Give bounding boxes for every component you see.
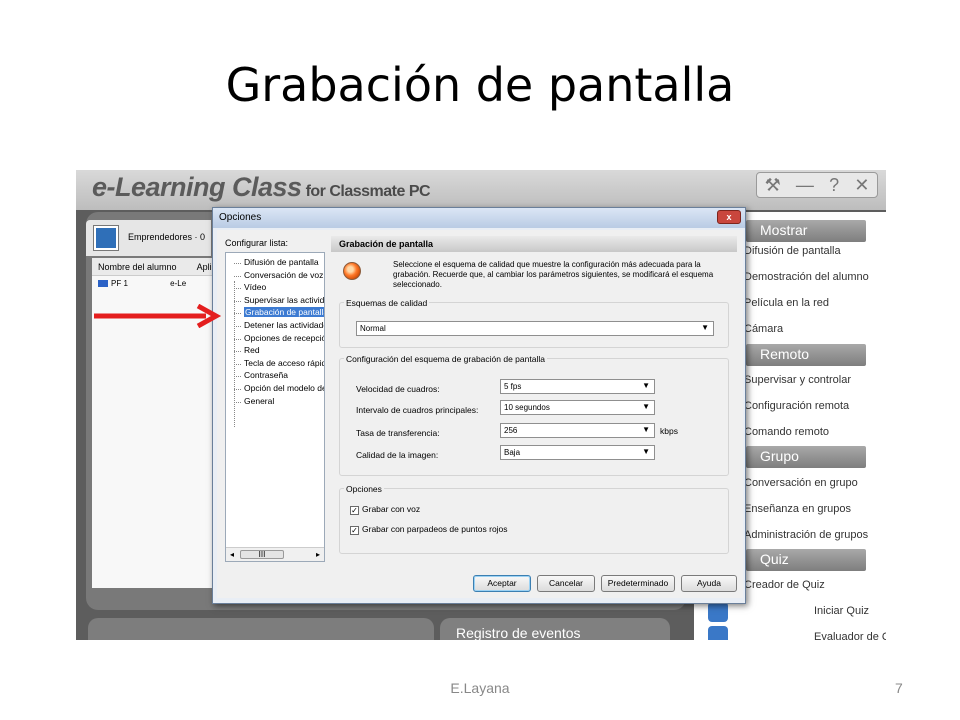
start-quiz-icon: [708, 602, 728, 622]
pane-description: Seleccione el esquema de calidad que mue…: [393, 260, 714, 289]
record-icon: [343, 262, 361, 280]
config-list-label: Configurar lista:: [225, 238, 289, 248]
slide-title: Grabación de pantalla: [225, 58, 735, 112]
menu-item-start-quiz[interactable]: Iniciar Quiz: [814, 605, 869, 617]
options-dialog: Opciones x Configurar lista: Difusión de…: [212, 207, 746, 604]
options-title: Opciones: [344, 484, 384, 494]
dropdown-arrow-icon: ▼: [642, 381, 650, 390]
tree-item-reception-options[interactable]: Opciones de recepción: [226, 333, 324, 346]
group-toolbar: Emprendedores · 0: [86, 220, 211, 256]
student-list-header: Nombre del alumno Apli: [92, 258, 216, 276]
section-header-mostrar: Mostrar: [746, 220, 866, 242]
grid-view-icon[interactable]: [94, 226, 118, 250]
close-icon[interactable]: ✕: [854, 175, 869, 196]
image-quality-select[interactable]: Baja ▼: [500, 445, 655, 460]
menu-item-student-demo[interactable]: Demostración del alumno: [744, 271, 869, 283]
table-row[interactable]: PF 1 e-Le: [92, 276, 216, 291]
events-tab[interactable]: Registro de eventos: [440, 618, 670, 640]
slide-author: E.Layana: [450, 680, 510, 696]
scroll-left-icon[interactable]: ◂: [230, 550, 234, 559]
tree-item-network[interactable]: Red: [226, 345, 324, 358]
config-tree: Difusión de pantalla Conversación de voz…: [225, 252, 325, 562]
help-button[interactable]: Ayuda: [681, 575, 737, 592]
frame-rate-label: Velocidad de cuadros:: [356, 384, 440, 394]
bitrate-label: Tasa de transferencia:: [356, 428, 440, 438]
menu-item-remote-command[interactable]: Comando remoto: [744, 426, 829, 438]
tree-item-password[interactable]: Contraseña: [226, 370, 324, 383]
section-header-grupo: Grupo: [746, 446, 866, 468]
tools-icon[interactable]: ⚒: [765, 175, 781, 196]
dropdown-arrow-icon: ▼: [701, 323, 709, 332]
frame-rate-select[interactable]: 5 fps ▼: [500, 379, 655, 394]
annotation-arrow-icon: [94, 304, 222, 328]
checkmark-icon[interactable]: ✓: [350, 506, 359, 515]
scroll-right-icon[interactable]: ▸: [316, 550, 320, 559]
keyframe-interval-label: Intervalo de cuadros principales:: [356, 405, 479, 415]
app-title: e-Learning Class for Classmate PC: [92, 172, 431, 202]
menu-item-group-admin[interactable]: Administración de grupos: [744, 529, 868, 541]
computer-icon: [98, 280, 108, 288]
menu-item-network-movie[interactable]: Película en la red: [744, 297, 829, 309]
app-title-bar: e-Learning Class for Classmate PC ⚒ — ? ✕: [76, 170, 886, 210]
tree-item-general[interactable]: General: [226, 396, 324, 409]
record-red-dots-checkbox[interactable]: ✓ Grabar con parpadeos de puntos rojos: [350, 524, 508, 535]
quality-scheme-group: Esquemas de calidad Normal ▼: [339, 298, 729, 348]
pane-title: Grabación de pantalla: [331, 236, 737, 252]
dropdown-arrow-icon: ▼: [642, 425, 650, 434]
recording-config-title: Configuración del esquema de grabación d…: [344, 354, 547, 364]
quiz-evaluator-icon: [708, 626, 728, 640]
dropdown-arrow-icon: ▼: [642, 447, 650, 456]
default-button[interactable]: Predeterminado: [601, 575, 675, 592]
menu-item-screen-broadcast[interactable]: Difusión de pantalla: [744, 245, 841, 257]
tree-item-video[interactable]: Vídeo: [226, 282, 324, 295]
tree-item-model-option[interactable]: Opción del modelo de: [226, 383, 324, 396]
tree-item-voice-chat[interactable]: Conversación de voz: [226, 270, 324, 283]
menu-item-remote-config[interactable]: Configuración remota: [744, 400, 849, 412]
record-voice-checkbox[interactable]: ✓ Grabar con voz: [350, 504, 420, 515]
tree-item-screen-recording[interactable]: Grabación de pantalla: [226, 307, 324, 320]
help-icon[interactable]: ?: [829, 175, 839, 196]
tree-horizontal-scrollbar[interactable]: ◂ III ▸: [226, 547, 324, 561]
settings-pane: Grabación de pantalla Seleccione el esqu…: [331, 236, 737, 564]
menu-item-camera[interactable]: Cámara: [744, 323, 783, 335]
tree-item-supervise[interactable]: Supervisar las actividades: [226, 295, 324, 308]
options-group: Opciones ✓ Grabar con voz ✓ Grabar con par…: [339, 484, 729, 554]
tree-item-screen-broadcast[interactable]: Difusión de pantalla: [226, 257, 324, 270]
dropdown-arrow-icon: ▼: [642, 402, 650, 411]
menu-item-supervise[interactable]: Supervisar y controlar: [744, 374, 851, 386]
checkmark-icon[interactable]: ✓: [350, 526, 359, 535]
image-quality-label: Calidad de la imagen:: [356, 450, 439, 460]
quality-scheme-title: Esquemas de calidad: [344, 298, 430, 308]
bitrate-select[interactable]: 256 ▼: [500, 423, 655, 438]
menu-item-quiz-creator[interactable]: Creador de Quiz: [744, 579, 825, 591]
tree-item-stop-activities[interactable]: Detener las actividades: [226, 320, 324, 333]
menu-item-group-chat[interactable]: Conversación en grupo: [744, 477, 858, 489]
page-number: 7: [895, 680, 903, 696]
scroll-thumb[interactable]: III: [240, 550, 284, 559]
group-label[interactable]: Emprendedores · 0: [128, 232, 205, 242]
quality-scheme-select[interactable]: Normal ▼: [356, 321, 714, 336]
tree-item-hotkey[interactable]: Tecla de acceso rápido: [226, 358, 324, 371]
menu-item-quiz-evaluator[interactable]: Evaluador de Quiz: [814, 631, 886, 640]
bitrate-unit: kbps: [660, 426, 678, 436]
dialog-close-button[interactable]: x: [717, 210, 741, 224]
section-header-quiz: Quiz: [746, 549, 866, 571]
keyframe-interval-select[interactable]: 10 segundos ▼: [500, 400, 655, 415]
section-header-remoto: Remoto: [746, 344, 866, 366]
minimize-icon[interactable]: —: [796, 175, 814, 196]
accept-button[interactable]: Aceptar: [473, 575, 531, 592]
recording-config-group: Configuración del esquema de grabación d…: [339, 354, 729, 476]
dialog-title-bar: Opciones x: [213, 208, 745, 228]
cancel-button[interactable]: Cancelar: [537, 575, 595, 592]
dialog-body: Configurar lista: Difusión de pantalla C…: [217, 230, 743, 598]
window-controls: ⚒ — ? ✕: [756, 172, 878, 198]
dialog-title: Opciones: [219, 212, 262, 223]
bottom-left-panel: [88, 618, 434, 640]
menu-item-group-teaching[interactable]: Enseñanza en grupos: [744, 503, 851, 515]
